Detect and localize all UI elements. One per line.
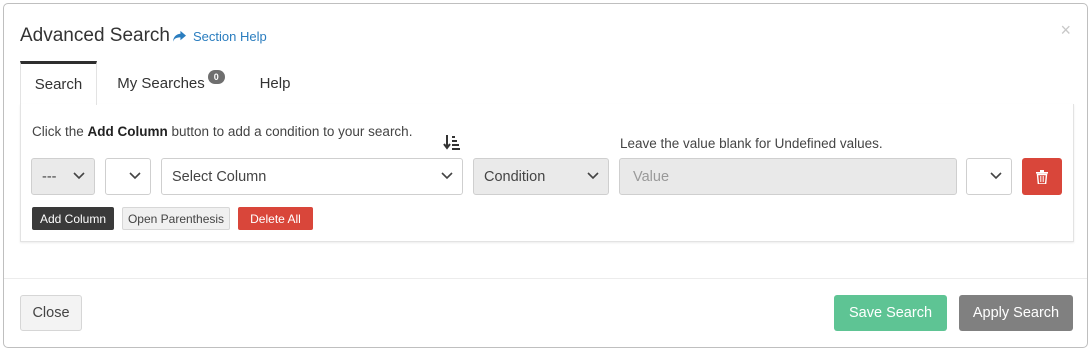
share-arrow-icon (173, 30, 186, 42)
value-placeholder: Value (633, 168, 670, 185)
tab-my-searches[interactable]: My Searches 0 (106, 61, 236, 105)
instructions-prefix: Click the (32, 124, 88, 139)
sort-descending-icon[interactable] (443, 133, 461, 151)
condition-value: Condition (484, 168, 546, 185)
advanced-search-modal: Advanced Search Section Help × Search My… (3, 3, 1088, 348)
tab-search[interactable]: Search (20, 61, 97, 105)
chevron-down-icon (129, 172, 141, 180)
delete-all-button[interactable]: Delete All (238, 207, 313, 230)
tab-help[interactable]: Help (246, 61, 304, 105)
section-help-label[interactable]: Section Help (193, 29, 267, 44)
modal-header: Advanced Search Section Help × (4, 4, 1087, 54)
trash-icon (1036, 169, 1048, 184)
chevron-down-icon (990, 172, 1002, 180)
open-parenthesis-button[interactable]: Open Parenthesis (122, 207, 230, 230)
condition-select[interactable]: Condition (473, 158, 609, 195)
close-parenthesis-select[interactable] (966, 158, 1012, 195)
close-button[interactable]: Close (20, 295, 82, 331)
tab-help-label: Help (259, 74, 291, 92)
chevron-down-icon (587, 172, 599, 180)
column-value: Select Column (172, 168, 267, 185)
instructions-suffix: button to add a condition to your search… (167, 124, 413, 139)
delete-row-button[interactable] (1022, 158, 1062, 195)
close-icon[interactable]: × (1060, 21, 1071, 39)
operator-select[interactable] (105, 158, 151, 195)
footer-divider (4, 278, 1087, 279)
open-parenthesis-select[interactable]: --- (31, 158, 95, 195)
apply-search-button[interactable]: Apply Search (959, 295, 1073, 331)
column-select[interactable]: Select Column (161, 158, 463, 195)
modal-title: Advanced Search (20, 25, 170, 46)
chevron-down-icon (73, 172, 85, 180)
value-blank-note: Leave the value blank for Undefined valu… (620, 136, 883, 151)
tab-my-searches-label: My Searches (117, 74, 205, 92)
search-panel: Click the Add Column button to add a con… (20, 104, 1074, 242)
open-parenthesis-value: --- (42, 168, 57, 185)
add-column-button[interactable]: Add Column (32, 207, 114, 230)
section-help-link[interactable]: Section Help (172, 29, 267, 44)
chevron-down-icon (441, 172, 453, 180)
instructions-bold: Add Column (87, 124, 168, 139)
tab-bar: Search My Searches 0 Help (20, 61, 1074, 105)
tab-search-label: Search (34, 76, 83, 93)
instructions-text: Click the Add Column button to add a con… (32, 124, 412, 139)
saved-searches-count-badge: 0 (207, 70, 225, 84)
value-input[interactable]: Value (619, 158, 957, 195)
save-search-button[interactable]: Save Search (834, 295, 947, 331)
